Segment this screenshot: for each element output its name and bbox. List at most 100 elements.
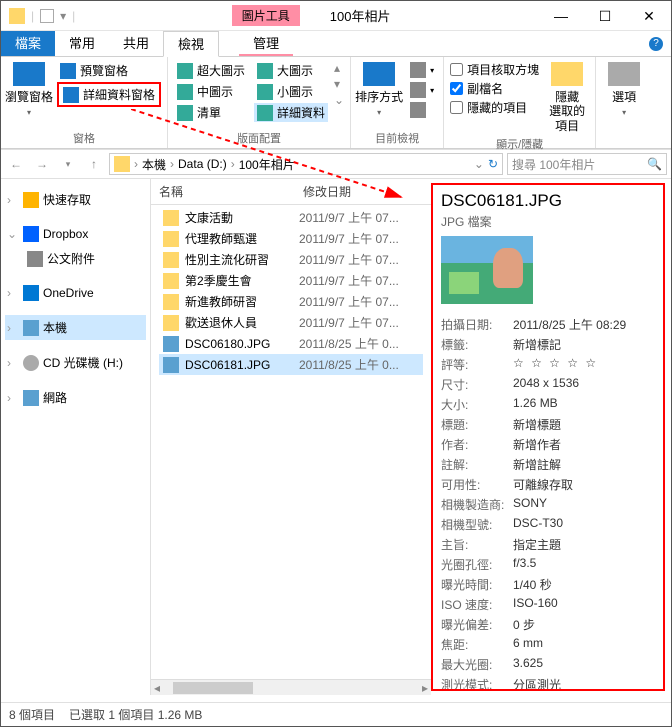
tab-home[interactable]: 常用 [55, 31, 109, 56]
nav-network[interactable]: ›網路 [5, 385, 146, 410]
file-row[interactable]: 代理教師甄選 2011/9/7 上午 07... [159, 228, 423, 249]
property-value[interactable]: 1/40 秒 [513, 576, 552, 593]
crumb-drive[interactable]: Data (D:) [178, 157, 227, 171]
property-value[interactable]: f/3.5 [513, 556, 536, 573]
property-key: 評等: [441, 356, 513, 373]
file-row[interactable]: 第2季慶生會 2011/9/7 上午 07... [159, 270, 423, 291]
file-name: DSC06181.JPG [185, 358, 299, 372]
property-value[interactable]: 2048 x 1536 [513, 376, 579, 393]
file-row[interactable]: DSC06180.JPG 2011/8/25 上午 0... [159, 333, 423, 354]
forward-button[interactable]: → [31, 153, 53, 175]
nav-pane-button[interactable]: 瀏覽窗格 ▾ [7, 61, 51, 119]
file-row[interactable]: 文康活動 2011/9/7 上午 07... [159, 207, 423, 228]
nav-dropbox[interactable]: ⌄Dropbox [5, 222, 146, 246]
properties-icon[interactable] [40, 9, 54, 23]
maximize-button[interactable]: ☐ [583, 2, 627, 30]
property-value[interactable]: 可離線存取 [513, 476, 573, 493]
tab-manage[interactable]: 管理 [239, 31, 293, 56]
scrollbar-thumb[interactable] [173, 682, 253, 694]
expand-icon[interactable]: ⌄ [334, 93, 344, 107]
property-value[interactable]: 新增作者 [513, 436, 561, 453]
history-chevron-icon[interactable]: ⌄ [474, 157, 484, 171]
property-value[interactable]: ISO-160 [513, 596, 558, 613]
crumb-pc[interactable]: 本機 [142, 156, 166, 173]
property-key: 尺寸: [441, 376, 513, 393]
extensions-toggle[interactable]: 副檔名 [450, 80, 539, 97]
property-value[interactable]: 2011/8/25 上午 08:29 [513, 316, 626, 333]
chevron-down-icon: ▾ [377, 108, 381, 118]
sort-button[interactable]: 排序方式 ▾ [357, 61, 401, 119]
recent-button[interactable]: ▾ [57, 153, 79, 175]
search-icon: 🔍 [647, 157, 662, 171]
property-key: 標題: [441, 416, 513, 433]
property-value[interactable]: ☆ ☆ ☆ ☆ ☆ [513, 356, 598, 373]
options-button[interactable]: 選項 ▾ [602, 61, 646, 119]
property-value[interactable]: 指定主題 [513, 536, 561, 553]
tab-file[interactable]: 檔案 [1, 31, 55, 56]
group-options: 選項 ▾ [596, 57, 652, 148]
property-value[interactable]: 新增註解 [513, 456, 561, 473]
large-icons-button[interactable]: 大圖示 [254, 61, 328, 80]
details-view-button[interactable]: 詳細資料 [254, 103, 328, 122]
nav-pane-label: 瀏覽窗格 [5, 90, 53, 104]
file-row[interactable]: 新進教師研習 2011/9/7 上午 07... [159, 291, 423, 312]
scroll-up-icon[interactable]: ▴ [334, 61, 344, 75]
nav-cd[interactable]: ›CD 光碟機 (H:) [5, 350, 146, 375]
crumb-folder[interactable]: 100年相片 [239, 156, 295, 173]
property-value[interactable]: 新增標記 [513, 336, 561, 353]
property-row: 標題:新增標題 [441, 414, 655, 434]
checkboxes-toggle[interactable]: 項目核取方塊 [450, 61, 539, 78]
tab-share[interactable]: 共用 [109, 31, 163, 56]
help-icon[interactable]: ? [649, 37, 663, 51]
folder-icon [163, 252, 179, 268]
nav-quick-access[interactable]: ›快速存取 [5, 187, 146, 212]
property-row: 可用性:可離線存取 [441, 474, 655, 494]
property-row: 相機製造商:SONY [441, 494, 655, 514]
file-row[interactable]: DSC06181.JPG 2011/8/25 上午 0... [159, 354, 423, 375]
file-row[interactable]: 歡送退休人員 2011/9/7 上午 07... [159, 312, 423, 333]
file-row[interactable]: 性別主流化研習 2011/9/7 上午 07... [159, 249, 423, 270]
property-value[interactable]: DSC-T30 [513, 516, 563, 533]
property-value[interactable]: 0 步 [513, 616, 535, 633]
up-button[interactable]: ↑ [83, 153, 105, 175]
nav-onedrive[interactable]: ›OneDrive [5, 281, 146, 305]
group-by-button[interactable]: ▾ [407, 61, 437, 79]
horizontal-scrollbar[interactable]: ◂ ▸ [151, 679, 431, 695]
scroll-down-icon[interactable]: ▾ [334, 77, 344, 91]
folder-icon [163, 273, 179, 289]
add-columns-button[interactable]: ▾ [407, 81, 437, 99]
window-title: 100年相片 [330, 6, 391, 25]
property-value[interactable]: 6 mm [513, 636, 543, 653]
hidden-items-toggle[interactable]: 隱藏的項目 [450, 99, 539, 116]
property-value[interactable]: 3.625 [513, 656, 543, 673]
property-value[interactable]: SONY [513, 496, 547, 513]
col-modified[interactable]: 修改日期 [303, 183, 423, 200]
group-current-view-label: 目前檢視 [357, 128, 437, 148]
extra-large-icons-button[interactable]: 超大圖示 [174, 61, 248, 80]
qat-chevron-icon[interactable]: ▾ [60, 9, 66, 23]
file-date: 2011/9/7 上午 07... [299, 272, 419, 289]
back-button[interactable]: ← [5, 153, 27, 175]
small-icons-button[interactable]: 小圖示 [254, 82, 328, 101]
nav-pc[interactable]: ›本機 [5, 315, 146, 340]
property-value[interactable]: 新增標題 [513, 416, 561, 433]
refresh-icon[interactable]: ↻ [488, 157, 498, 171]
property-key: 主旨: [441, 536, 513, 553]
search-input[interactable]: 搜尋 100年相片 🔍 [507, 153, 667, 175]
size-columns-button[interactable] [407, 101, 437, 119]
list-button[interactable]: 清單 [174, 103, 248, 122]
property-value[interactable]: 分區測光 [513, 676, 561, 692]
file-list-body[interactable]: 文康活動 2011/9/7 上午 07... 代理教師甄選 2011/9/7 上… [151, 205, 431, 679]
preview-pane-button[interactable]: 預覽窗格 [57, 61, 161, 80]
nav-attachments[interactable]: 公文附件 [5, 246, 146, 271]
col-name[interactable]: 名稱 [159, 183, 303, 200]
minimize-button[interactable]: — [539, 2, 583, 30]
property-key: 相機型號: [441, 516, 513, 533]
details-pane-button[interactable]: 詳細資料窗格 [57, 82, 161, 107]
hide-selected-button[interactable]: 隱藏 選取的項目 [545, 61, 589, 134]
property-value[interactable]: 1.26 MB [513, 396, 558, 413]
close-button[interactable]: ✕ [627, 2, 671, 30]
breadcrumb[interactable]: › 本機 › Data (D:) › 100年相片 ⌄ ↻ [109, 153, 503, 175]
tab-view[interactable]: 檢視 [163, 31, 219, 57]
medium-icons-button[interactable]: 中圖示 [174, 82, 248, 101]
